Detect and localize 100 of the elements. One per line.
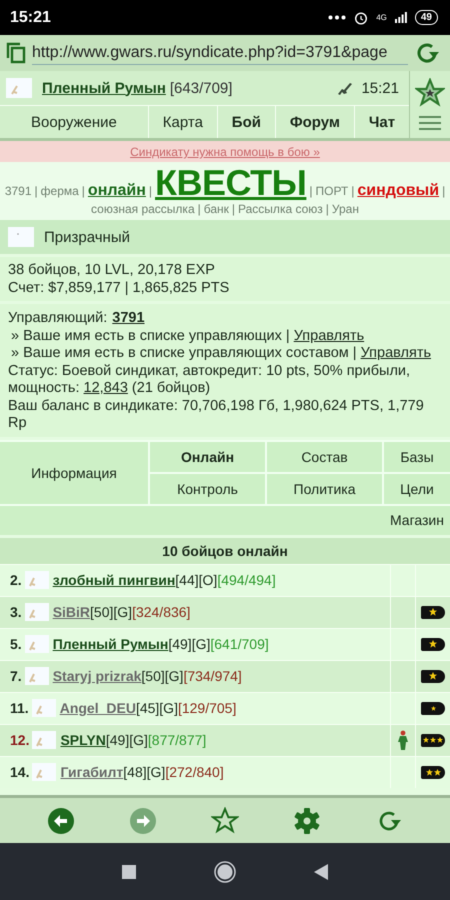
health-text: [877/877]	[148, 732, 206, 748]
level-text: [44]	[175, 572, 199, 588]
avatar-icon	[32, 731, 56, 749]
level-text: [50]	[90, 604, 114, 620]
bookmark-star-icon[interactable]	[211, 806, 239, 834]
quests-link[interactable]: КВЕСТЫ	[155, 164, 306, 202]
back-nav-icon[interactable]	[314, 864, 328, 880]
member-name-link[interactable]: SiBiR	[52, 604, 90, 620]
status-text: Статус: Боевой синдикат, автокредит: 10 pts, 50% прибыли, мощность: 12,843 (21 бойцов)	[8, 362, 412, 398]
nav-tab[interactable]: Бой	[218, 106, 276, 138]
server-time: 15:21	[361, 80, 399, 96]
menu-tab[interactable]: Базы	[384, 442, 450, 472]
menu-icon[interactable]	[419, 114, 441, 131]
nav-link[interactable]: Уран	[332, 202, 359, 216]
power-link[interactable]: 12,843	[84, 380, 128, 396]
member-name-link[interactable]: Angel_DEU	[60, 700, 136, 716]
syndicate-emblem-icon	[8, 227, 34, 247]
nav-link[interactable]: синдовый	[357, 182, 440, 200]
separator-text: |	[232, 202, 236, 216]
team-text: [O]	[198, 572, 218, 588]
member-name-link[interactable]: Пленный Румын	[52, 636, 168, 652]
level-text: [45]	[136, 700, 160, 716]
signal-icon	[394, 12, 407, 23]
settings-icon[interactable]	[293, 806, 321, 834]
avatar-icon	[24, 571, 49, 589]
star-icon[interactable]	[415, 78, 445, 108]
member-name-link[interactable]: SPLYN	[60, 732, 106, 748]
level-text: [50]	[141, 668, 165, 684]
manage-link[interactable]: Управлять	[294, 328, 364, 344]
level-text: [48]	[123, 764, 147, 780]
team-text: [G]	[146, 764, 166, 780]
home-icon[interactable]	[214, 860, 236, 882]
team-text: [G]	[192, 636, 210, 652]
nav-link[interactable]: 3791	[4, 184, 32, 198]
separator-text: |	[351, 184, 354, 198]
back-icon[interactable]	[47, 806, 75, 834]
manager-link[interactable]: 3791	[112, 310, 145, 326]
separator-text: |	[198, 202, 201, 216]
health-text: [324/836]	[132, 604, 190, 620]
separator-text: |	[326, 202, 329, 216]
separator-text: |	[82, 184, 85, 198]
online-heading: 10 бойцов онлайн	[0, 538, 450, 564]
rank-number: 14.	[10, 764, 30, 780]
menu-tab[interactable]: Контроль	[150, 474, 265, 504]
avatar-icon	[32, 763, 56, 781]
health-text: [641/709]	[210, 636, 269, 652]
member-name-link[interactable]: Staryj prizrak	[52, 668, 142, 684]
menu-tab[interactable]: Онлайн	[150, 442, 265, 472]
nav-link[interactable]: онлайн	[88, 182, 146, 200]
avatar-icon	[32, 699, 56, 717]
team-text: [G]	[159, 700, 178, 716]
manager-note: » Ваше имя есть в списке управляющих | Управлять	[10, 328, 366, 345]
health-text: [494/494]	[217, 572, 276, 588]
rank-number: 3.	[10, 604, 22, 620]
rank-number: 12.	[10, 732, 30, 748]
avatar-icon	[24, 667, 49, 685]
tabs-icon[interactable]	[6, 42, 26, 64]
menu-tab[interactable]: Политика	[267, 474, 382, 504]
separator-text: |	[34, 184, 38, 198]
separator-text: |	[442, 184, 446, 198]
recents-icon[interactable]	[122, 864, 136, 878]
menu-tab[interactable]: Состав	[267, 442, 382, 472]
health-text: [734/974]	[183, 668, 242, 684]
status-time: 15:21	[10, 8, 51, 26]
menu-tab[interactable]: Цели	[384, 474, 450, 504]
health-text: [643/709]	[170, 80, 232, 96]
nav-tab[interactable]: Карта	[148, 106, 218, 138]
rank-number: 7.	[10, 668, 22, 684]
network-label: 4G	[376, 13, 387, 22]
avatar-icon	[24, 635, 49, 653]
manage-link[interactable]: Управлять	[360, 345, 432, 361]
health-text: [272/840]	[165, 764, 224, 780]
team-text: [G]	[129, 732, 148, 748]
separator-text: |	[148, 184, 152, 198]
nav-tab[interactable]: Чат	[354, 106, 410, 138]
manager-label: Управляющий:	[8, 310, 108, 326]
nav-tab[interactable]: Форум	[276, 106, 355, 138]
rank-number: 11.	[10, 700, 29, 716]
rank-number: 5.	[10, 636, 22, 652]
nav-link[interactable]: ферма	[40, 184, 79, 198]
nav-link[interactable]: Рассылка союз	[238, 202, 323, 216]
manager-note: » Ваше имя есть в списке управляющих составом | Управлять	[10, 345, 432, 362]
nav-link[interactable]: банк	[204, 202, 229, 216]
avatar-icon	[6, 78, 32, 98]
team-text: [G]	[164, 668, 184, 684]
menu-tab[interactable]: Информация	[0, 442, 148, 504]
nav-link[interactable]: ПОРТ	[316, 184, 348, 198]
player-name-link[interactable]: Пленный Румын	[42, 80, 166, 96]
gun-icon	[337, 81, 354, 95]
nav-link[interactable]: союзная рассылка	[91, 202, 195, 216]
member-name-link[interactable]: злобный пингвин	[52, 572, 176, 588]
nav-tab[interactable]: Вооружение	[0, 106, 149, 138]
stats-text: Счет: $7,859,177 | 1,865,825 PTS	[8, 280, 230, 297]
menu-tab[interactable]: Магазин	[0, 506, 450, 534]
level-text: [49]	[106, 732, 130, 748]
rank-number: 2.	[10, 572, 22, 588]
forward-icon[interactable]	[129, 806, 157, 834]
member-name-link[interactable]: Гигабилт	[60, 764, 124, 780]
alarm-icon	[354, 10, 368, 24]
team-text: [G]	[113, 604, 132, 620]
